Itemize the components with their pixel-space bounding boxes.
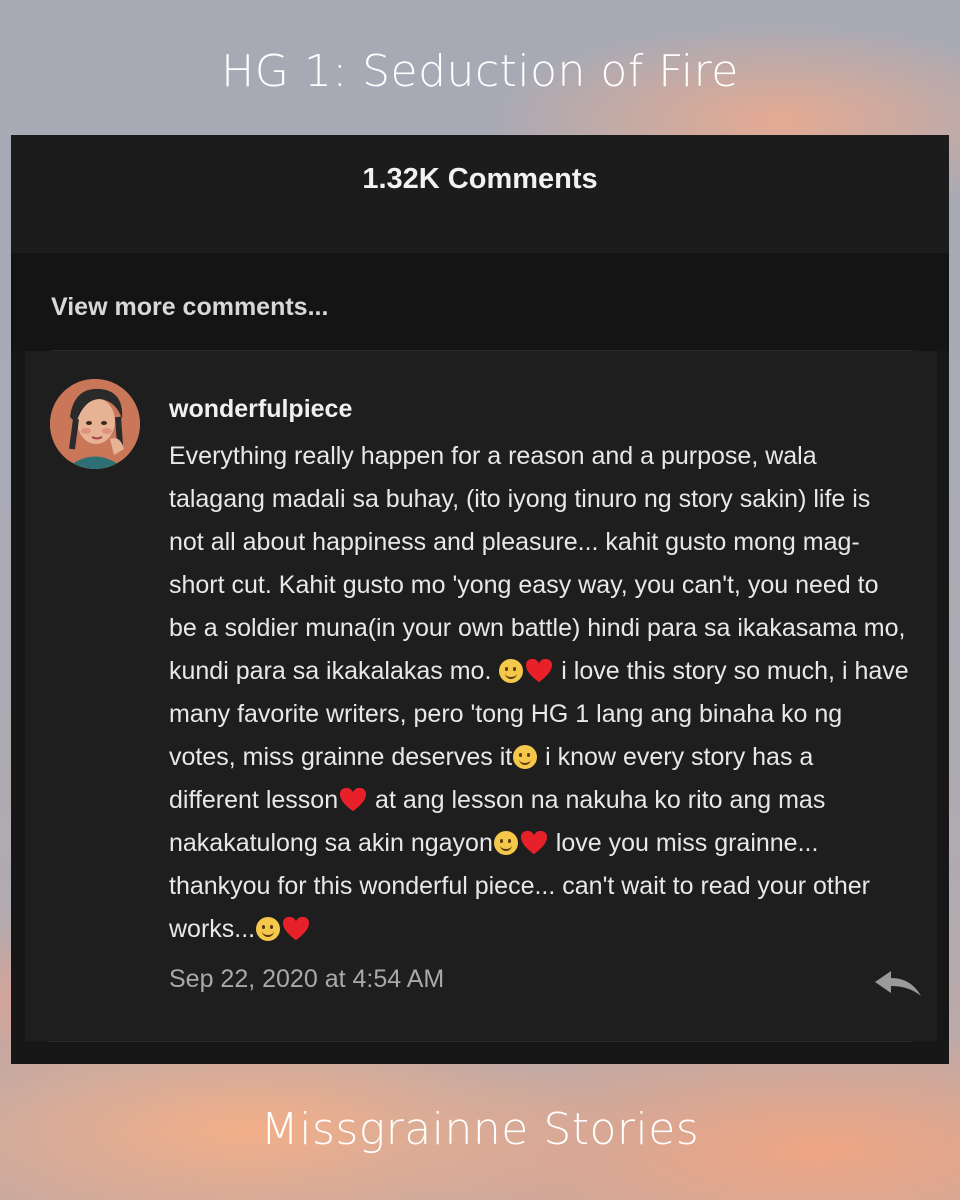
comment-item: wonderfulpiece Everything really happen … (25, 351, 937, 1041)
page-title: HG 1: Seduction of Fire (221, 46, 739, 97)
reply-arrow-icon (875, 971, 921, 996)
view-more-comments-link[interactable]: View more comments... (51, 293, 328, 322)
avatar[interactable] (50, 379, 140, 469)
reply-button[interactable] (873, 969, 923, 999)
smiling-face-emoji-icon (499, 659, 524, 683)
comment-text-segment: Everything really happen for a reason an… (169, 442, 906, 685)
comment-timestamp: Sep 22, 2020 at 4:54 AM (169, 965, 445, 993)
red-heart-emoji-icon (283, 916, 310, 941)
smiling-face-emoji-icon (493, 831, 518, 855)
comments-count: 1.32K Comments (362, 163, 598, 195)
comments-panel: 1.32K Comments View more comments... won… (11, 135, 949, 1064)
avatar-illustration-icon (50, 379, 140, 469)
red-heart-emoji-icon (340, 787, 367, 812)
comment-username[interactable]: wonderfulpiece (169, 395, 352, 424)
comments-header: 1.32K Comments (11, 135, 949, 253)
view-more-row: View more comments... (11, 253, 949, 351)
red-heart-emoji-icon (520, 830, 547, 855)
smiling-face-emoji-icon (513, 745, 538, 769)
comment-text: Everything really happen for a reason an… (169, 435, 909, 951)
divider (47, 1041, 913, 1042)
smiling-face-emoji-icon (256, 917, 281, 941)
red-heart-emoji-icon (526, 658, 553, 683)
footer-title: Missgrainne Stories (260, 1104, 700, 1155)
